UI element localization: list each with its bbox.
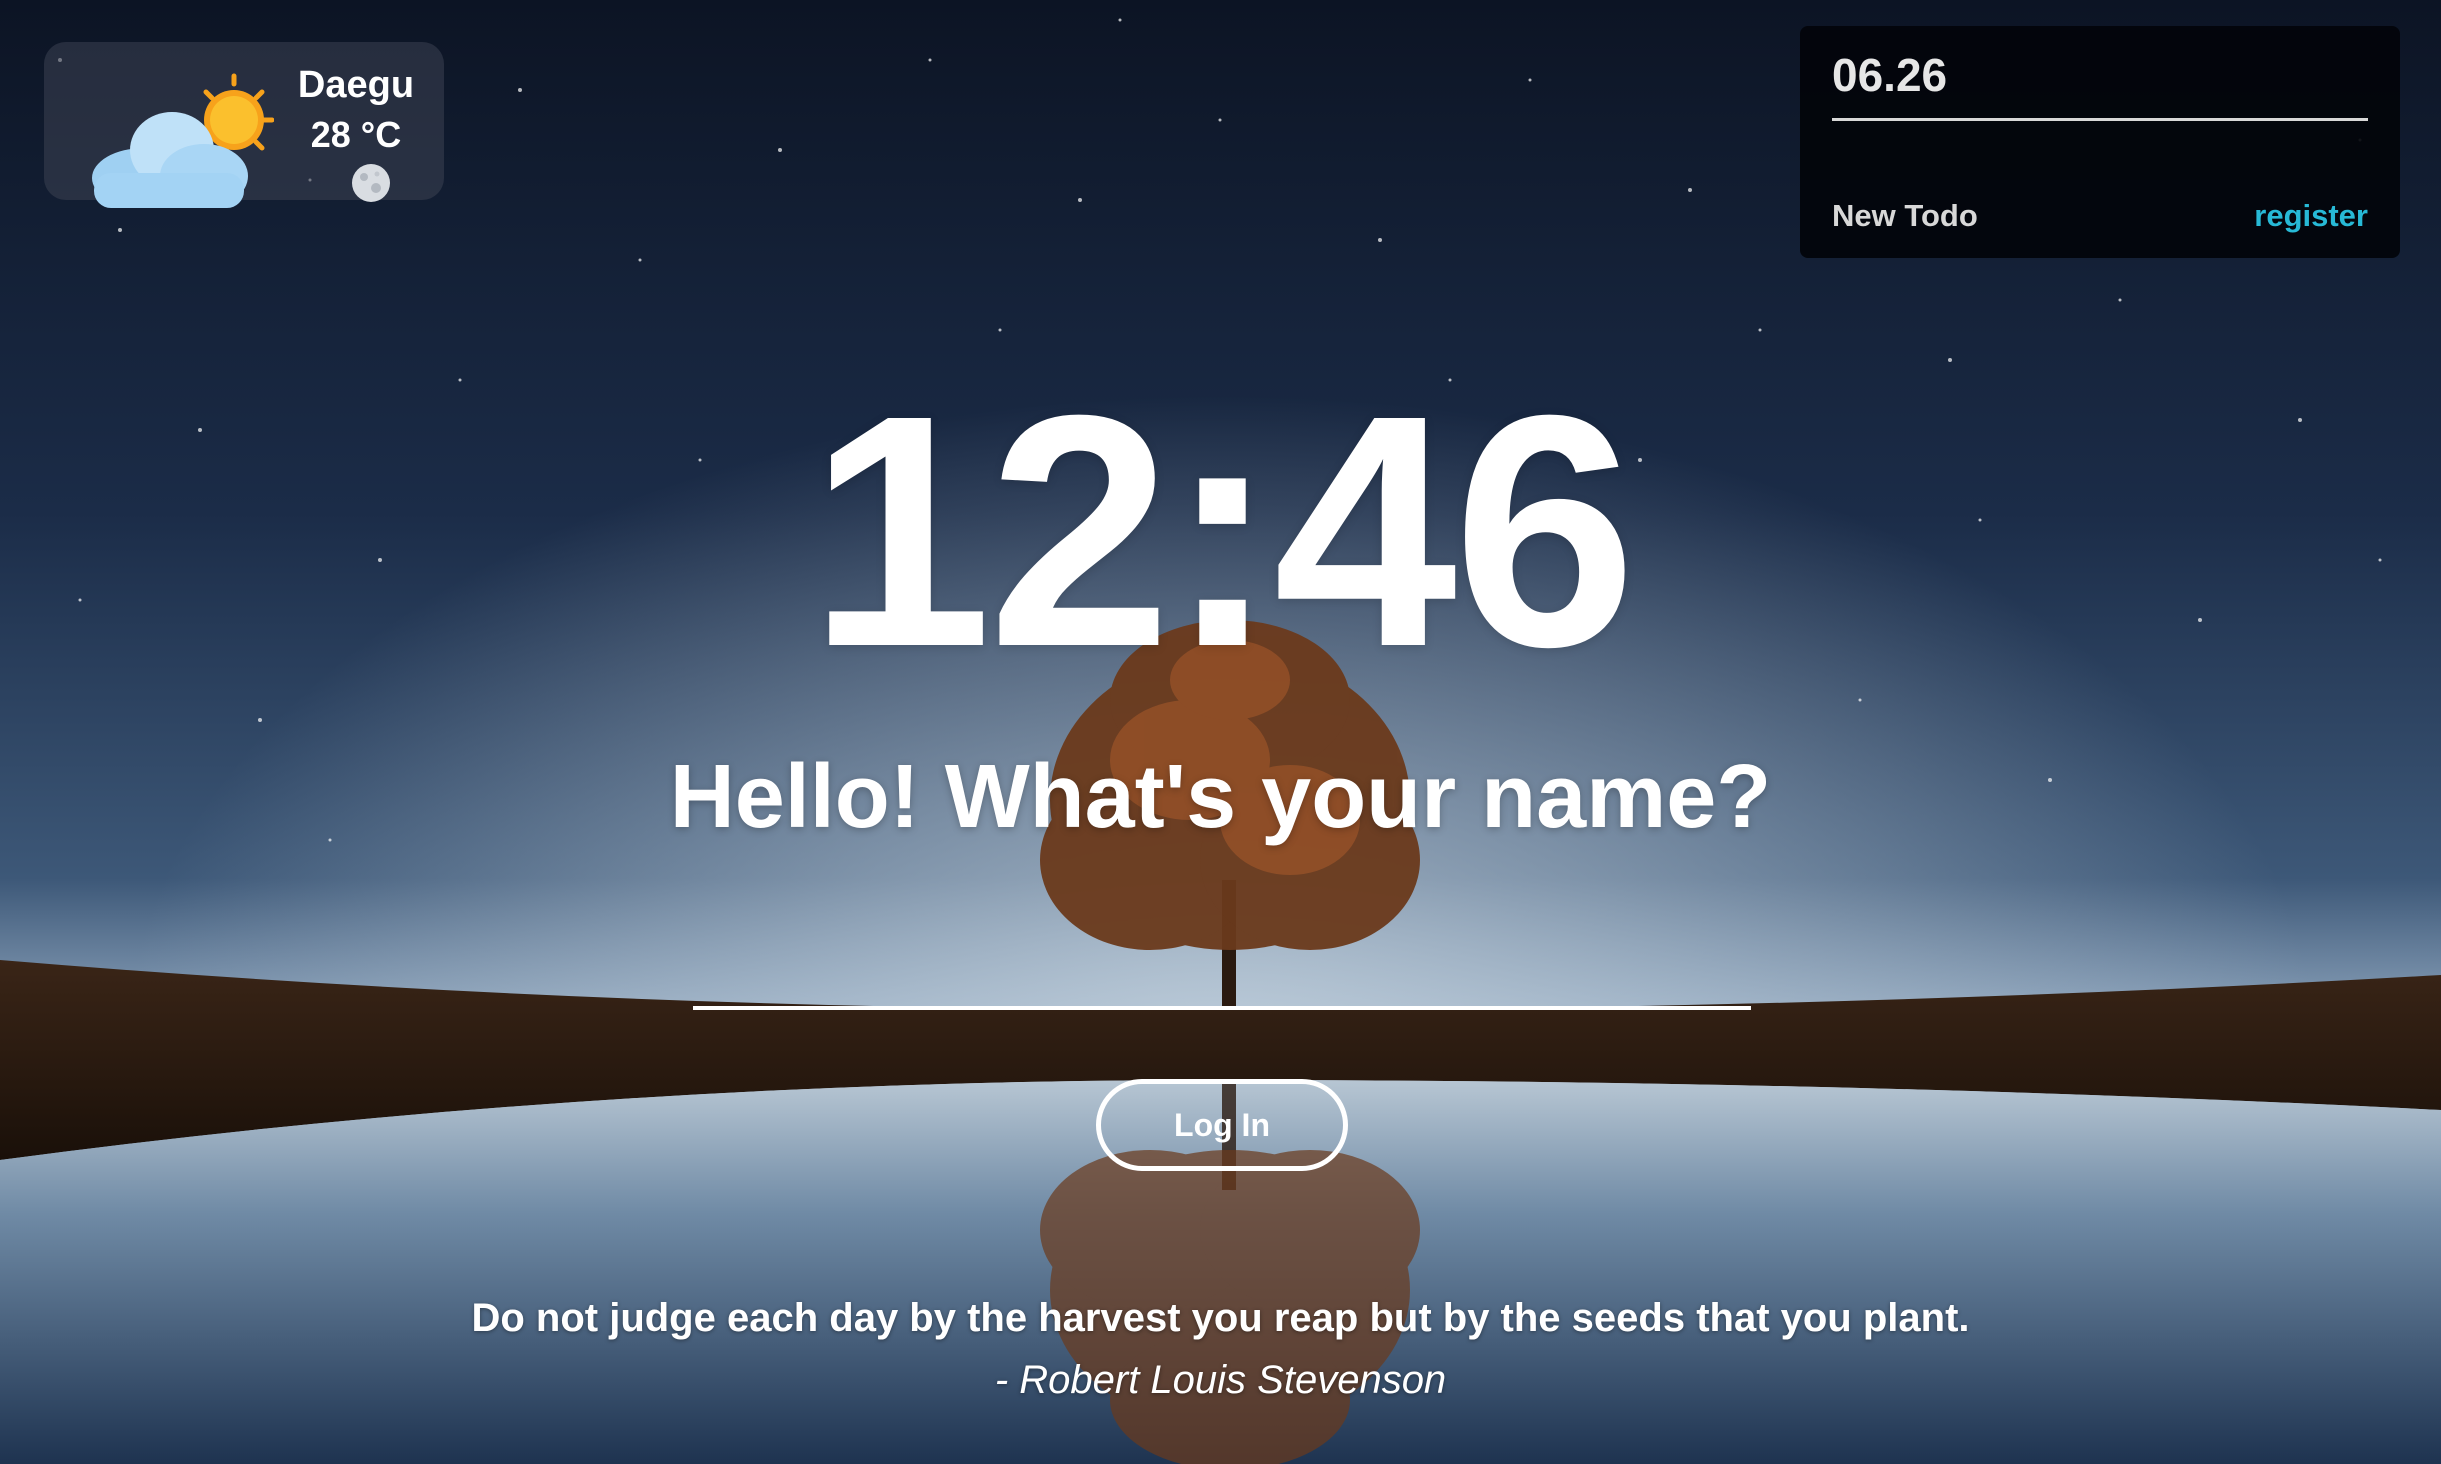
todo-divider <box>1832 118 2368 121</box>
weather-temperature: 28 °C <box>310 114 402 155</box>
new-todo-label[interactable]: New Todo <box>1832 198 1978 234</box>
login-button[interactable]: Log In <box>1096 1079 1348 1171</box>
todo-date: 06.26 <box>1832 49 1948 101</box>
partly-cloudy-day-icon <box>84 68 275 218</box>
weather-widget: Daegu 28 °C <box>44 42 444 208</box>
todo-widget: 06.26 New Todo register <box>1800 26 2400 258</box>
weather-city: Daegu <box>297 64 415 106</box>
quote-text: Do not judge each day by the harvest you… <box>471 1296 1970 1340</box>
moon-icon <box>350 162 392 204</box>
register-link[interactable]: register <box>2254 198 2368 234</box>
name-input[interactable] <box>693 930 1751 1010</box>
quote-author: - Robert Louis Stevenson <box>994 1358 1447 1402</box>
greeting-heading: Hello! What's your name? <box>669 747 1772 847</box>
clock-time: 12:46 <box>808 346 1636 715</box>
